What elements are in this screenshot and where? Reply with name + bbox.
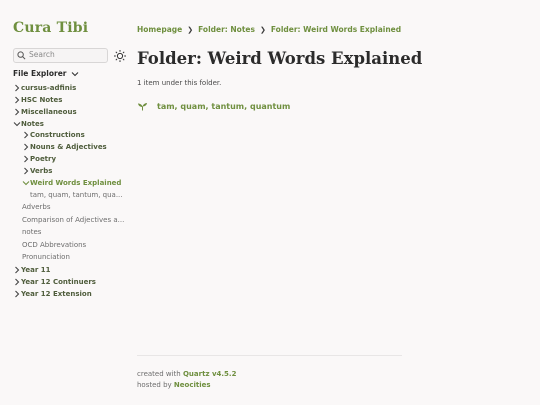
footer-divider bbox=[137, 355, 402, 356]
chevron-right-icon bbox=[24, 167, 29, 175]
search-input[interactable]: Search bbox=[13, 48, 108, 63]
neocities-link[interactable]: Neocities bbox=[174, 381, 211, 389]
search-placeholder: Search bbox=[29, 50, 55, 59]
chevron-right-icon bbox=[15, 108, 20, 116]
chevron-right-icon bbox=[15, 266, 20, 274]
explorer-item-label: tam, quam, tantum, qua... bbox=[30, 191, 123, 199]
chevron-right-icon bbox=[15, 290, 20, 298]
breadcrumb-separator-icon: ❯ bbox=[187, 25, 194, 34]
explorer-item-label: notes bbox=[22, 228, 42, 236]
search-row: Search bbox=[13, 48, 127, 63]
explorer-file[interactable]: Comparison of Adjectives a... bbox=[22, 216, 124, 224]
footer-created: created with Quartz v4.5.2 bbox=[137, 370, 236, 378]
explorer-item-label: Weird Words Explained bbox=[30, 179, 122, 187]
explorer-item-label: Constructions bbox=[30, 131, 85, 139]
explorer-item-label: Year 12 Continuers bbox=[21, 278, 96, 286]
chevron-down-icon bbox=[13, 122, 21, 127]
explorer-item-label: Pronunciation bbox=[22, 253, 70, 261]
file-explorer-toggle[interactable]: File Explorer bbox=[13, 69, 79, 78]
explorer-item-label: OCD Abbrevations bbox=[22, 241, 87, 249]
explorer-item-label: Comparison of Adjectives a... bbox=[22, 216, 125, 224]
explorer-folder[interactable]: Poetry bbox=[22, 155, 56, 163]
chevron-down-icon bbox=[22, 181, 30, 186]
explorer-folder[interactable]: Notes bbox=[13, 120, 44, 128]
item-count: 1 item under this folder. bbox=[137, 79, 222, 87]
explorer-folder[interactable]: HSC Notes bbox=[13, 96, 62, 104]
explorer-folder[interactable]: Weird Words Explained bbox=[22, 179, 121, 187]
footer-hosted: hosted by Neocities bbox=[137, 381, 211, 389]
explorer-folder[interactable]: Verbs bbox=[22, 167, 52, 175]
chevron-right-icon bbox=[24, 155, 29, 163]
listing-link[interactable]: tam, quam, tantum, quantum bbox=[157, 102, 290, 111]
explorer-folder[interactable]: Constructions bbox=[22, 131, 85, 139]
explorer-item-label: Nouns & Adjectives bbox=[30, 143, 107, 151]
explorer-folder[interactable]: Year 12 Continuers bbox=[13, 278, 96, 286]
breadcrumb-separator-icon: ❯ bbox=[259, 25, 266, 34]
site-title[interactable]: Cura Tibi bbox=[13, 20, 88, 36]
explorer-folder[interactable]: Miscellaneous bbox=[13, 108, 77, 116]
explorer-file[interactable]: Pronunciation bbox=[22, 253, 70, 261]
breadcrumb: Homepage ❯ Folder: Notes ❯ Folder: Weird Wor… bbox=[137, 25, 401, 34]
explorer-item-label: Notes bbox=[21, 120, 44, 128]
chevron-right-icon bbox=[15, 84, 20, 92]
sun-icon bbox=[114, 50, 126, 62]
chevron-right-icon bbox=[24, 131, 29, 139]
explorer-item-label: Miscellaneous bbox=[21, 108, 77, 116]
footer-hosted-prefix: hosted by bbox=[137, 381, 172, 389]
folder-listing-item[interactable]: tam, quam, tantum, quantum bbox=[137, 102, 290, 111]
breadcrumb-link[interactable]: Folder: Notes bbox=[198, 25, 255, 34]
chevron-right-icon bbox=[15, 278, 20, 286]
footer-created-prefix: created with bbox=[137, 370, 181, 378]
search-icon bbox=[17, 51, 26, 60]
chevron-down-icon bbox=[71, 71, 78, 76]
explorer-item-label: cursus-adfinis bbox=[21, 84, 77, 92]
explorer-item-label: HSC Notes bbox=[21, 96, 63, 104]
explorer-item-label: Year 11 bbox=[21, 266, 51, 274]
chevron-right-icon bbox=[24, 143, 29, 151]
explorer-item-label: Year 12 Extension bbox=[21, 290, 92, 298]
explorer-item-label: Verbs bbox=[30, 167, 53, 175]
quartz-link[interactable]: Quartz v4.5.2 bbox=[183, 370, 236, 378]
explorer-item-label: Adverbs bbox=[22, 203, 51, 211]
file-explorer-title: File Explorer bbox=[13, 69, 67, 78]
breadcrumb-link[interactable]: Folder: Weird Words Explained bbox=[271, 25, 401, 34]
explorer-file[interactable]: Adverbs bbox=[22, 203, 51, 211]
explorer-folder[interactable]: cursus-adfinis bbox=[13, 84, 76, 92]
explorer-folder[interactable]: Year 11 bbox=[13, 266, 51, 274]
chevron-right-icon bbox=[15, 96, 20, 104]
theme-toggle-button[interactable] bbox=[113, 48, 127, 62]
breadcrumb-link[interactable]: Homepage bbox=[137, 25, 182, 34]
explorer-item-label: Poetry bbox=[30, 155, 57, 163]
explorer-file[interactable]: OCD Abbrevations bbox=[22, 241, 86, 249]
explorer-folder[interactable]: Year 12 Extension bbox=[13, 290, 92, 298]
explorer-file[interactable]: notes bbox=[22, 228, 41, 236]
page-title: Folder: Weird Words Explained bbox=[137, 49, 423, 68]
explorer-file[interactable]: tam, quam, tantum, qua... bbox=[30, 191, 123, 199]
seedling-icon bbox=[138, 103, 147, 111]
explorer-folder[interactable]: Nouns & Adjectives bbox=[22, 143, 107, 151]
